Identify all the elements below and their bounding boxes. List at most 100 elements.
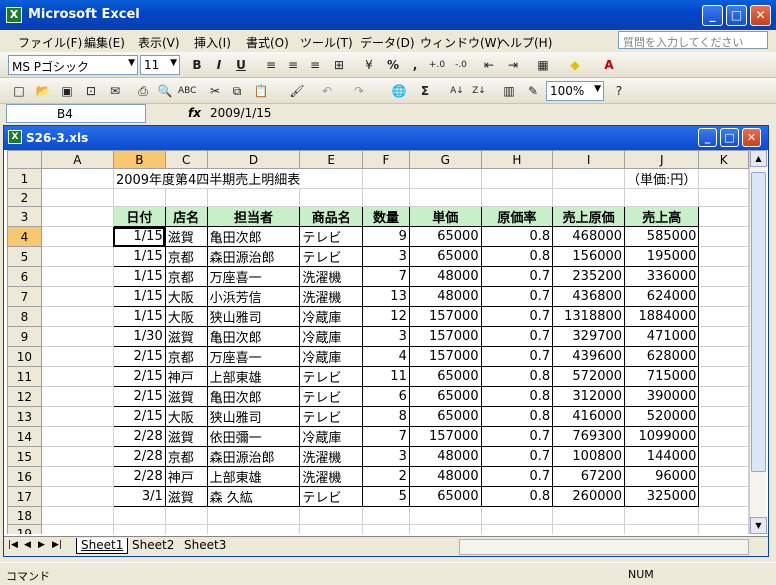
bold-icon[interactable]: B <box>188 56 206 74</box>
cell[interactable]: 0.7 <box>480 466 554 487</box>
cell[interactable]: 森田源治郎 <box>206 246 301 267</box>
save-icon[interactable]: ▣ <box>58 82 76 100</box>
horizontal-scrollbar[interactable] <box>459 539 749 555</box>
cell[interactable]: 572000 <box>552 366 626 387</box>
cell[interactable]: 0.7 <box>480 306 554 327</box>
new-icon[interactable]: □ <box>10 82 28 100</box>
column-header-H[interactable]: H <box>480 150 554 169</box>
cell[interactable]: 洗濯機 <box>299 466 364 487</box>
help-icon[interactable]: ? <box>610 82 628 100</box>
help-question-input[interactable]: 質問を入力してください <box>618 31 768 49</box>
cell[interactable]: 冷蔵庫 <box>299 326 364 347</box>
cell[interactable] <box>480 524 554 534</box>
cell[interactable]: 1884000 <box>624 306 700 327</box>
hyperlink-icon[interactable]: 🌐 <box>390 82 408 100</box>
cell[interactable]: 神戸 <box>164 366 208 387</box>
cell[interactable]: 195000 <box>624 246 700 267</box>
close-button[interactable]: ✕ <box>750 5 771 26</box>
cell[interactable] <box>624 524 700 534</box>
cell[interactable]: 0.8 <box>480 406 554 427</box>
fill-color-icon[interactable]: ◆ <box>566 56 584 74</box>
cell[interactable]: 65000 <box>408 406 482 427</box>
undo-icon[interactable]: ↶ <box>318 82 336 100</box>
cell[interactable] <box>40 426 114 447</box>
cell[interactable]: テレビ <box>299 366 364 387</box>
maximize-button[interactable]: □ <box>726 5 747 26</box>
cell[interactable] <box>164 506 208 525</box>
header-cell[interactable]: 原価率 <box>480 206 554 227</box>
cell[interactable]: 157000 <box>408 346 482 367</box>
currency-icon[interactable]: ¥ <box>360 56 378 74</box>
cell[interactable]: 滋賀 <box>164 226 208 247</box>
row-header[interactable]: 16 <box>7 466 42 487</box>
font-color-icon[interactable]: A <box>600 56 618 74</box>
cell[interactable] <box>112 524 166 534</box>
cell[interactable]: 48000 <box>408 466 482 487</box>
column-header-D[interactable]: D <box>206 150 301 169</box>
cell[interactable]: 0.7 <box>480 346 554 367</box>
cell[interactable] <box>40 406 114 427</box>
scroll-thumb[interactable] <box>751 172 766 472</box>
column-header-E[interactable]: E <box>299 150 364 169</box>
merge-center-icon[interactable]: ⊞ <box>330 56 348 74</box>
cell[interactable]: 439600 <box>552 346 626 367</box>
cell[interactable] <box>40 168 114 189</box>
cell[interactable] <box>362 168 410 189</box>
cell[interactable] <box>698 446 749 467</box>
cell[interactable] <box>698 206 749 227</box>
cell[interactable] <box>362 524 410 534</box>
cell[interactable] <box>164 524 208 534</box>
cell[interactable] <box>112 506 166 525</box>
minimize-button[interactable]: _ <box>702 5 723 26</box>
cell[interactable]: 48000 <box>408 446 482 467</box>
cell[interactable]: 滋賀 <box>164 426 208 447</box>
cell[interactable] <box>40 306 114 327</box>
cell[interactable]: 滋賀 <box>164 386 208 407</box>
workbook-minimize-button[interactable]: _ <box>698 128 717 147</box>
cell[interactable] <box>698 466 749 487</box>
font-name-combo[interactable]: MS Pゴシック ▼ <box>8 55 138 75</box>
next-sheet-icon[interactable]: ▶ <box>38 540 45 550</box>
cell[interactable]: 1318800 <box>552 306 626 327</box>
cell[interactable]: 436800 <box>552 286 626 307</box>
cell[interactable]: 471000 <box>624 326 700 347</box>
sort-descending-icon[interactable]: Z↓ <box>470 82 488 100</box>
column-header-C[interactable]: C <box>164 150 208 169</box>
cut-icon[interactable]: ✂ <box>206 82 224 100</box>
cell[interactable] <box>698 266 749 287</box>
cell[interactable]: 65000 <box>408 386 482 407</box>
cell[interactable]: 冷蔵庫 <box>299 306 364 327</box>
cell[interactable] <box>698 406 749 427</box>
column-header-K[interactable]: K <box>698 150 749 169</box>
row-header[interactable]: 19 <box>7 524 42 534</box>
cell[interactable]: 冷蔵庫 <box>299 426 364 447</box>
permission-icon[interactable]: ⊡ <box>82 82 100 100</box>
cell[interactable]: 416000 <box>552 406 626 427</box>
cell[interactable]: 京都 <box>164 266 208 287</box>
cell[interactable]: 2/15 <box>112 386 166 407</box>
cell[interactable]: テレビ <box>299 226 364 247</box>
cell[interactable]: 2/15 <box>112 366 166 387</box>
cell[interactable]: 0.7 <box>480 426 554 447</box>
cell[interactable] <box>408 188 482 207</box>
cell[interactable]: 8 <box>362 406 410 427</box>
cell[interactable]: 7 <box>362 266 410 287</box>
cell[interactable]: 3/1 <box>112 486 166 507</box>
cell[interactable]: 滋賀 <box>164 486 208 507</box>
menu-file[interactable]: ファイル(F) <box>18 34 82 51</box>
print-icon[interactable]: ⎙ <box>134 82 152 100</box>
cell[interactable] <box>408 524 482 534</box>
email-icon[interactable]: ✉ <box>106 82 124 100</box>
cell[interactable] <box>299 506 364 525</box>
cell[interactable]: 312000 <box>552 386 626 407</box>
cell[interactable]: 亀田次郎 <box>206 386 301 407</box>
cell[interactable] <box>164 188 208 207</box>
cell[interactable]: 洗濯機 <box>299 266 364 287</box>
cell[interactable]: 亀田次郎 <box>206 326 301 347</box>
cell[interactable] <box>40 446 114 467</box>
cell[interactable]: 1/15 <box>112 246 166 267</box>
cell[interactable] <box>698 286 749 307</box>
last-sheet-icon[interactable]: ▶| <box>52 540 62 550</box>
row-header[interactable]: 8 <box>7 306 42 327</box>
spelling-icon[interactable]: ABC <box>178 82 196 100</box>
